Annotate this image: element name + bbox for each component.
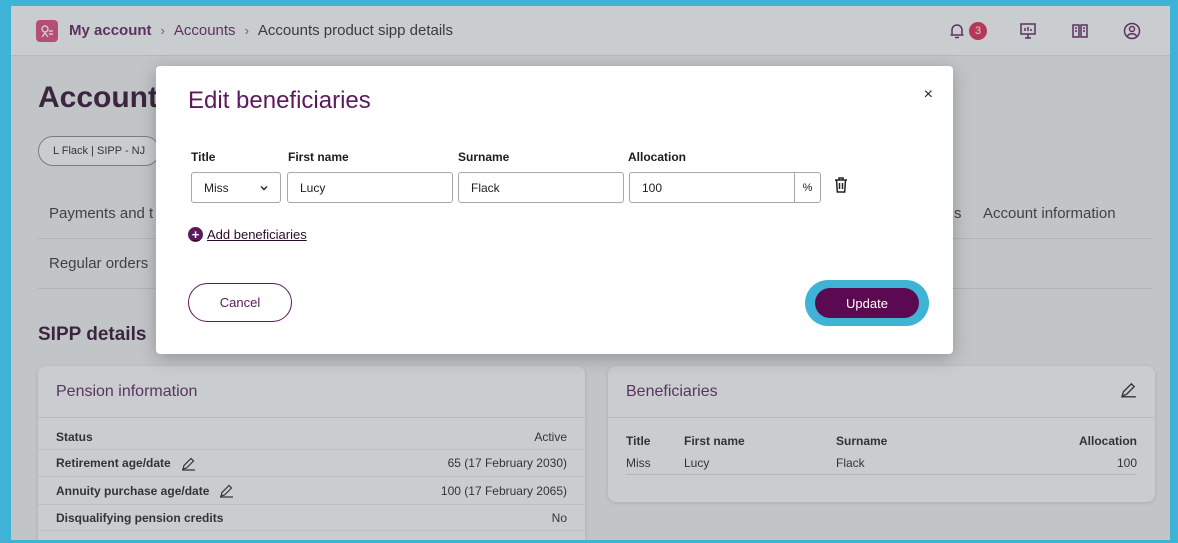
- first-name-value: Lucy: [300, 180, 326, 195]
- title-label: Title: [191, 150, 216, 164]
- add-beneficiaries-label: Add beneficiaries: [207, 227, 307, 242]
- plus-circle-icon: +: [188, 227, 203, 242]
- surname-label: Surname: [458, 150, 510, 164]
- cancel-button[interactable]: Cancel: [188, 283, 292, 322]
- close-icon[interactable]: ×: [924, 86, 933, 104]
- allocation-input[interactable]: 100 %: [629, 172, 821, 203]
- trash-icon[interactable]: [833, 176, 849, 199]
- update-button[interactable]: Update: [815, 288, 919, 318]
- title-select[interactable]: Miss: [191, 172, 281, 203]
- modal-title: Edit beneficiaries: [188, 87, 371, 114]
- chevron-down-icon: [259, 182, 269, 196]
- surname-value: Flack: [471, 180, 500, 195]
- app-frame: My account › Accounts › Accounts product…: [11, 6, 1170, 540]
- first-name-input[interactable]: Lucy: [287, 172, 453, 203]
- allocation-value: 100: [642, 180, 663, 195]
- add-beneficiaries-link[interactable]: + Add beneficiaries: [188, 227, 307, 242]
- edit-beneficiaries-modal: Edit beneficiaries × Title First name Su…: [156, 66, 953, 354]
- title-select-value: Miss: [204, 180, 229, 195]
- percent-unit: %: [794, 173, 820, 202]
- update-button-focus-ring: Update: [805, 280, 929, 326]
- first-name-label: First name: [288, 150, 349, 164]
- surname-input[interactable]: Flack: [458, 172, 624, 203]
- allocation-label: Allocation: [628, 150, 687, 164]
